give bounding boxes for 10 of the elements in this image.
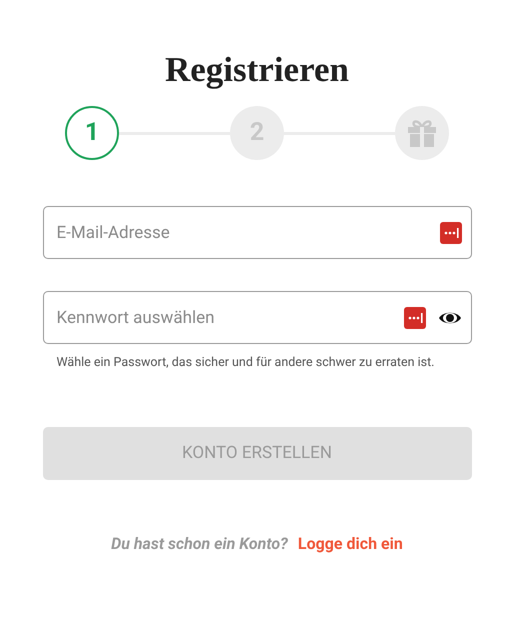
login-prompt: Du hast schon ein Konto?: [111, 533, 288, 555]
password-hint: Wähle ein Passwort, das sicher und für andere schwer zu erraten ist.: [56, 355, 436, 371]
password-manager-icon[interactable]: [404, 306, 426, 328]
password-field[interactable]: Kennwort auswählen: [42, 291, 472, 344]
gift-icon: [407, 119, 437, 147]
password-manager-icon[interactable]: [440, 222, 462, 244]
email-field[interactable]: E-Mail-Adresse: [42, 206, 472, 259]
page-title: Registrieren: [164, 49, 349, 91]
login-link[interactable]: Logge dich ein: [298, 532, 403, 556]
step-indicator: 1: [65, 106, 119, 160]
